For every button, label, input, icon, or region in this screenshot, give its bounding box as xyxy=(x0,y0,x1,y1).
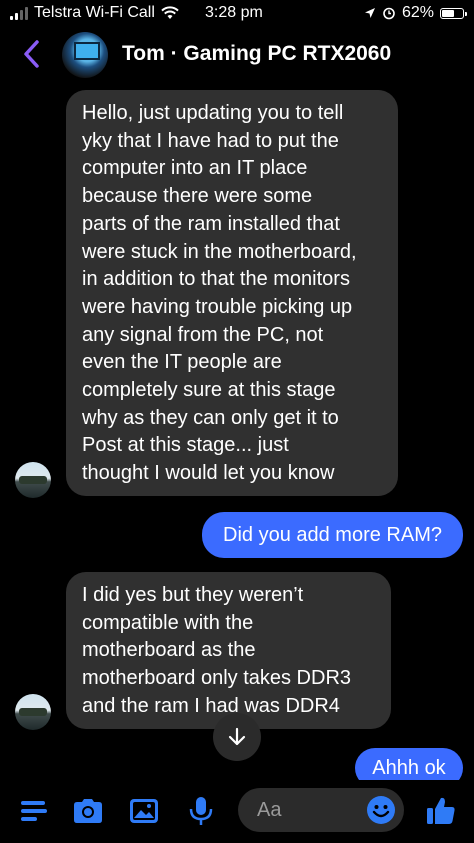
microphone-icon[interactable] xyxy=(184,794,218,828)
alarm-icon xyxy=(383,7,395,20)
camera-icon[interactable] xyxy=(71,794,105,828)
message-bubble-outgoing[interactable]: Did you add more RAM? xyxy=(202,512,463,558)
sender-avatar[interactable] xyxy=(15,462,51,498)
contact-avatar[interactable] xyxy=(62,32,108,78)
emoji-icon[interactable] xyxy=(366,795,396,825)
status-right: 62% xyxy=(364,4,467,22)
scroll-to-bottom-button[interactable] xyxy=(213,713,261,761)
wifi-icon xyxy=(161,6,179,19)
photo-icon[interactable] xyxy=(127,794,161,828)
menu-icon[interactable] xyxy=(17,794,51,828)
chat-header: Tom · Gaming PC RTX2060 xyxy=(0,28,474,80)
message-bubble-incoming[interactable]: Hello, just updating you to tell yky tha… xyxy=(66,90,398,496)
location-icon xyxy=(364,8,375,18)
status-bar: Telstra Wi-Fi Call 3:28 pm 62% xyxy=(0,0,474,28)
signal-icon xyxy=(10,6,28,20)
status-time: 3:28 pm xyxy=(205,4,263,21)
status-left: Telstra Wi-Fi Call xyxy=(10,4,179,22)
thumbs-up-icon[interactable] xyxy=(424,794,458,828)
message-bubble-incoming[interactable]: I did yes but they weren’t compatible wi… xyxy=(66,572,391,729)
carrier-label: Telstra Wi-Fi Call xyxy=(34,4,155,21)
sender-avatar[interactable] xyxy=(15,694,51,730)
arrow-down-icon xyxy=(228,727,246,746)
chat-title[interactable]: Tom · Gaming PC RTX2060 xyxy=(122,42,391,66)
battery-icon xyxy=(440,7,467,19)
battery-percent: 62% xyxy=(401,4,434,21)
back-chevron-icon[interactable] xyxy=(20,38,44,70)
